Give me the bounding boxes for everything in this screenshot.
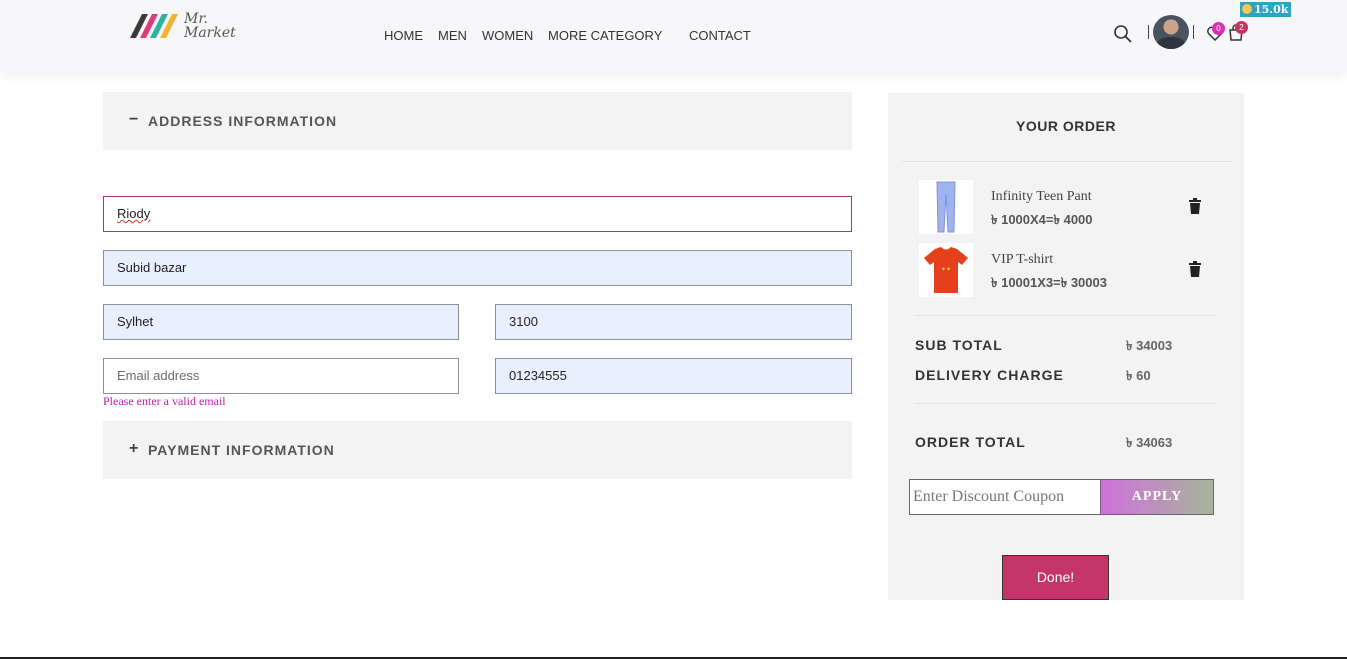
product-thumbnail-tshirt[interactable]: ✦✦ [919, 243, 973, 297]
pant-image [936, 181, 956, 233]
divider [914, 403, 1216, 404]
trash-icon[interactable] [1188, 198, 1202, 214]
name-value: Riody [117, 206, 151, 221]
subtotal-value: ৳ 34003 [1126, 338, 1173, 353]
site-header: Mr. Market HOME MEN WOMEN MORE CATEGORY … [0, 0, 1347, 72]
svg-text:✦✦: ✦✦ [941, 266, 951, 273]
order-total-label: ORDER TOTAL [915, 434, 1026, 450]
nav-men[interactable]: MEN [438, 28, 467, 43]
delivery-charge-value: ৳ 60 [1126, 368, 1151, 383]
logo-text-line1: Mr. [184, 11, 208, 27]
tshirt-image: ✦✦ [924, 247, 968, 293]
logo-text: Mr. Market [184, 12, 236, 40]
product-price: ৳ 1000X4=৳ 4000 [991, 212, 1093, 227]
order-total-value: ৳ 34063 [1126, 435, 1173, 450]
divider [1193, 25, 1194, 39]
product-name: VIP T-shirt [991, 252, 1054, 267]
trash-icon[interactable] [1188, 261, 1202, 277]
address-section-header[interactable]: − ADDRESS INFORMATION [103, 92, 852, 150]
address-section-title: ADDRESS INFORMATION [148, 113, 338, 129]
postcode-field[interactable]: 3100 [495, 304, 852, 340]
divider [1148, 25, 1149, 39]
product-price: ৳ 10001X3=৳ 30003 [991, 275, 1107, 290]
nav-more-category[interactable]: MORE CATEGORY [548, 28, 662, 43]
done-button[interactable]: Done! [1002, 555, 1109, 600]
apply-coupon-button[interactable]: APPLY [1100, 479, 1214, 515]
coin-balance[interactable]: 15.0k [1240, 2, 1292, 17]
city-field[interactable]: Sylhet [103, 304, 459, 340]
phone-field[interactable]: 01234555 [495, 358, 852, 394]
search-icon[interactable] [1113, 24, 1133, 44]
wishlist-count-badge: 0 [1212, 22, 1225, 35]
divider [914, 315, 1216, 316]
order-summary: YOUR ORDER Infinity Teen Pant ৳ 1000X4=৳… [888, 93, 1244, 600]
street-field[interactable]: Subid bazar [103, 250, 852, 286]
logo[interactable]: Mr. Market [128, 10, 238, 46]
expand-icon: + [129, 440, 139, 457]
cart-count-badge: 2 [1235, 21, 1248, 34]
divider [902, 161, 1232, 162]
subtotal-label: SUB TOTAL [915, 337, 1003, 353]
avatar[interactable] [1153, 15, 1189, 49]
nav-home[interactable]: HOME [384, 28, 423, 43]
product-name: Infinity Teen Pant [991, 189, 1092, 204]
nav-contact[interactable]: CONTACT [689, 28, 751, 43]
logo-text-line2: Market [184, 25, 236, 41]
nav-women[interactable]: WOMEN [482, 28, 533, 43]
delivery-charge-label: DELIVERY CHARGE [915, 367, 1064, 383]
payment-section-header[interactable]: + PAYMENT INFORMATION [103, 421, 852, 479]
name-field[interactable]: Riody [103, 196, 852, 232]
product-thumbnail-pant[interactable] [919, 180, 973, 234]
coupon-input[interactable]: Enter Discount Coupon [909, 479, 1101, 515]
email-field[interactable]: Email address [103, 358, 459, 394]
logo-mark-icon [130, 14, 178, 38]
email-error-message: Please enter a valid email [103, 394, 226, 408]
payment-section-title: PAYMENT INFORMATION [148, 442, 335, 458]
order-title: YOUR ORDER [1016, 118, 1116, 134]
collapse-icon: − [129, 111, 139, 128]
